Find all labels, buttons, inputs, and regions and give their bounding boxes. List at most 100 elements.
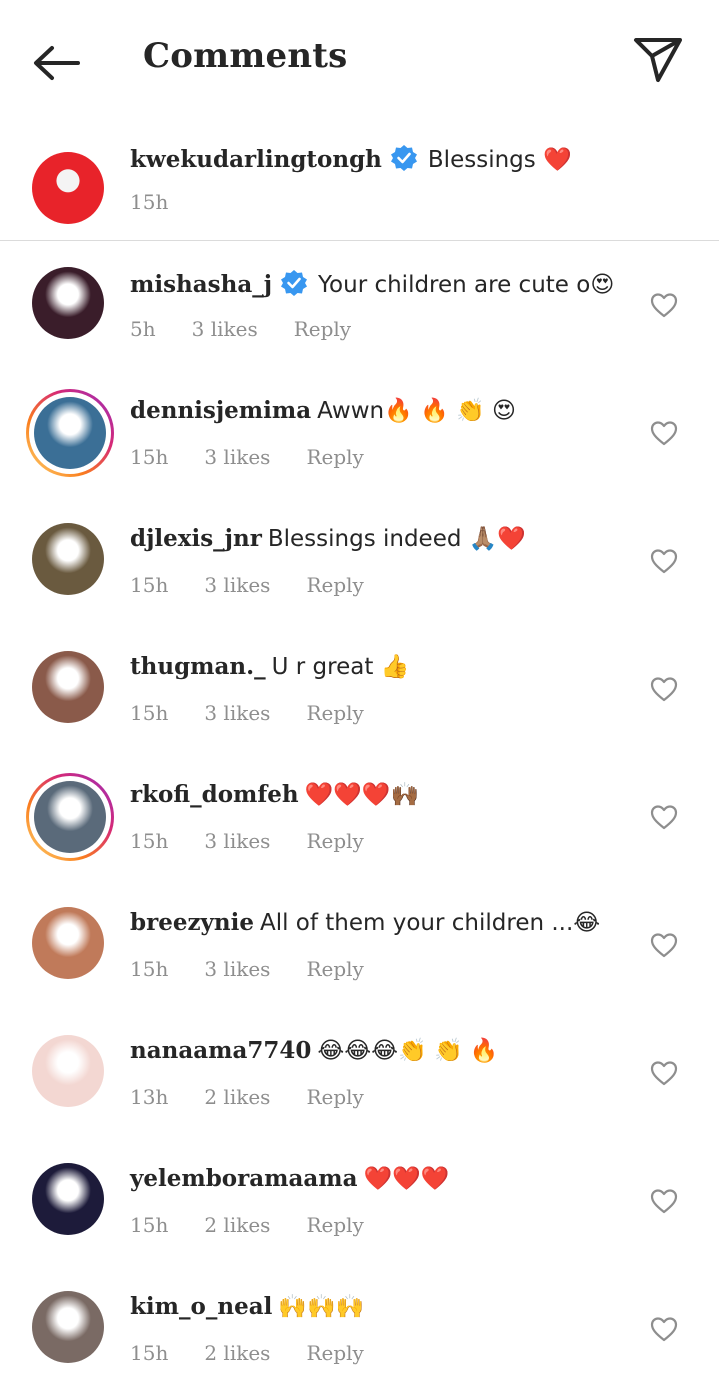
comment-username[interactable]: nanaama7740 bbox=[130, 1037, 311, 1064]
heart-icon[interactable] bbox=[650, 548, 678, 574]
heart-icon[interactable] bbox=[650, 1060, 678, 1086]
heart-icon[interactable] bbox=[650, 676, 678, 702]
avatar[interactable] bbox=[26, 146, 114, 234]
comment-username[interactable]: breezynie bbox=[130, 909, 254, 936]
comment-row: dennisjemima Awwn🔥 🔥 👏 😍 15h 3 likes Reply bbox=[0, 369, 719, 497]
comment-time: 15h bbox=[130, 573, 169, 597]
comment-time: 15h bbox=[130, 1341, 169, 1365]
avatar-image bbox=[32, 651, 104, 723]
comment-row: nanaama7740 😂😂😂👏 👏 🔥 13h 2 likes Reply bbox=[0, 1009, 719, 1137]
comment-username[interactable]: dennisjemima bbox=[130, 397, 311, 424]
comment-time: 15h bbox=[130, 701, 169, 725]
comment-likes[interactable]: 2 likes bbox=[204, 1085, 270, 1109]
comment-meta: 13h 2 likes Reply bbox=[130, 1085, 400, 1109]
comment-username[interactable]: mishasha_j bbox=[130, 271, 272, 298]
comment-line: rkofi_domfeh ❤️❤️❤️🙌🏾 bbox=[130, 781, 419, 808]
avatar[interactable] bbox=[26, 773, 114, 861]
comment-username[interactable]: yelemboramaama bbox=[130, 1165, 358, 1192]
comment-row: mishasha_j Your children are cute o😍 5h 3 l… bbox=[0, 241, 719, 369]
reply-button[interactable]: Reply bbox=[306, 1213, 363, 1237]
comment-meta: 15h 3 likes Reply bbox=[130, 701, 400, 725]
avatar[interactable] bbox=[26, 261, 114, 349]
comment-line: mishasha_j Your children are cute o😍 bbox=[130, 269, 614, 298]
avatar[interactable] bbox=[26, 1029, 114, 1117]
avatar-image bbox=[34, 781, 106, 853]
comment-meta: 5h 3 likes Reply bbox=[130, 317, 387, 341]
comment-likes[interactable]: 3 likes bbox=[204, 445, 270, 469]
comment-username[interactable]: djlexis_jnr bbox=[130, 525, 262, 552]
caption-avatar-image bbox=[32, 152, 104, 224]
comment-likes[interactable]: 2 likes bbox=[204, 1213, 270, 1237]
avatar-image bbox=[32, 267, 104, 339]
heart-icon[interactable] bbox=[650, 1188, 678, 1214]
avatar-image bbox=[32, 907, 104, 979]
avatar-image bbox=[32, 1291, 104, 1363]
back-button[interactable] bbox=[28, 40, 84, 86]
heart-icon[interactable] bbox=[650, 804, 678, 830]
comment-time: 15h bbox=[130, 957, 169, 981]
comment-text: Awwn🔥 🔥 👏 😍 bbox=[317, 398, 516, 424]
avatar-image bbox=[32, 1035, 104, 1107]
comment-time: 15h bbox=[130, 829, 169, 853]
avatar-image bbox=[34, 397, 106, 469]
avatar[interactable] bbox=[26, 1157, 114, 1245]
comment-text: ❤️❤️❤️ bbox=[363, 1166, 450, 1192]
caption-text: Blessings ❤️ bbox=[427, 147, 572, 173]
comment-time: 13h bbox=[130, 1085, 169, 1109]
heart-icon[interactable] bbox=[650, 932, 678, 958]
reply-button[interactable]: Reply bbox=[306, 1341, 363, 1365]
comment-likes[interactable]: 2 likes bbox=[204, 1341, 270, 1365]
comment-username[interactable]: rkofi_domfeh bbox=[130, 781, 299, 808]
comment-username[interactable]: thugman._ bbox=[130, 653, 266, 680]
heart-icon[interactable] bbox=[650, 1316, 678, 1342]
heart-icon[interactable] bbox=[650, 292, 678, 318]
comment-meta: 15h 3 likes Reply bbox=[130, 573, 400, 597]
comment-text: All of them your children ...😂 bbox=[259, 910, 601, 936]
avatar[interactable] bbox=[26, 517, 114, 605]
comment-time: 5h bbox=[130, 317, 156, 341]
comment-text: 🙌🙌🙌 bbox=[278, 1294, 365, 1320]
comment-row: kim_o_neal 🙌🙌🙌 15h 2 likes Reply bbox=[0, 1265, 719, 1393]
heart-icon[interactable] bbox=[650, 420, 678, 446]
comment-likes[interactable]: 3 likes bbox=[192, 317, 258, 341]
caption-time: 15h bbox=[130, 190, 169, 214]
reply-button[interactable]: Reply bbox=[306, 829, 363, 853]
reply-button[interactable]: Reply bbox=[306, 957, 363, 981]
comment-time: 15h bbox=[130, 445, 169, 469]
comment-line: djlexis_jnr Blessings indeed 🙏🏽❤️ bbox=[130, 525, 526, 552]
comment-likes[interactable]: 3 likes bbox=[204, 829, 270, 853]
page-title: Comments bbox=[143, 36, 348, 76]
comment-text: U r great 👍 bbox=[271, 654, 410, 680]
avatar[interactable] bbox=[26, 389, 114, 477]
comment-username[interactable]: kim_o_neal bbox=[130, 1293, 272, 1320]
comment-likes[interactable]: 3 likes bbox=[204, 957, 270, 981]
comment-likes[interactable]: 3 likes bbox=[204, 573, 270, 597]
comment-row: rkofi_domfeh ❤️❤️❤️🙌🏾 15h 3 likes Reply bbox=[0, 753, 719, 881]
reply-button[interactable]: Reply bbox=[306, 1085, 363, 1109]
comment-row: djlexis_jnr Blessings indeed 🙏🏽❤️ 15h 3 lik… bbox=[0, 497, 719, 625]
comment-line: thugman._ U r great 👍 bbox=[130, 653, 409, 680]
comment-line: breezynie All of them your children ...😂 bbox=[130, 909, 600, 936]
comment-text: 😂😂😂👏 👏 🔥 bbox=[317, 1038, 499, 1064]
comment-text: Your children are cute o😍 bbox=[318, 272, 615, 298]
paper-plane-icon bbox=[634, 38, 682, 82]
avatar[interactable] bbox=[26, 901, 114, 989]
comment-line: nanaama7740 😂😂😂👏 👏 🔥 bbox=[130, 1037, 499, 1064]
avatar-image bbox=[32, 1163, 104, 1235]
share-button[interactable] bbox=[630, 34, 686, 84]
header-bar: Comments bbox=[0, 0, 719, 120]
reply-button[interactable]: Reply bbox=[306, 701, 363, 725]
avatar[interactable] bbox=[26, 645, 114, 733]
reply-button[interactable]: Reply bbox=[306, 445, 363, 469]
reply-button[interactable]: Reply bbox=[306, 573, 363, 597]
caption-username[interactable]: kwekudarlingtongh bbox=[130, 146, 382, 173]
comment-meta: 15h 3 likes Reply bbox=[130, 957, 400, 981]
reply-button[interactable]: Reply bbox=[294, 317, 351, 341]
comment-line: yelemboramaama ❤️❤️❤️ bbox=[130, 1165, 449, 1192]
comment-text: ❤️❤️❤️🙌🏾 bbox=[304, 782, 420, 808]
comment-likes[interactable]: 3 likes bbox=[204, 701, 270, 725]
avatar[interactable] bbox=[26, 1285, 114, 1373]
comment-row: thugman._ U r great 👍 15h 3 likes Reply bbox=[0, 625, 719, 753]
comment-time: 15h bbox=[130, 1213, 169, 1237]
comment-meta: 15h 3 likes Reply bbox=[130, 445, 400, 469]
